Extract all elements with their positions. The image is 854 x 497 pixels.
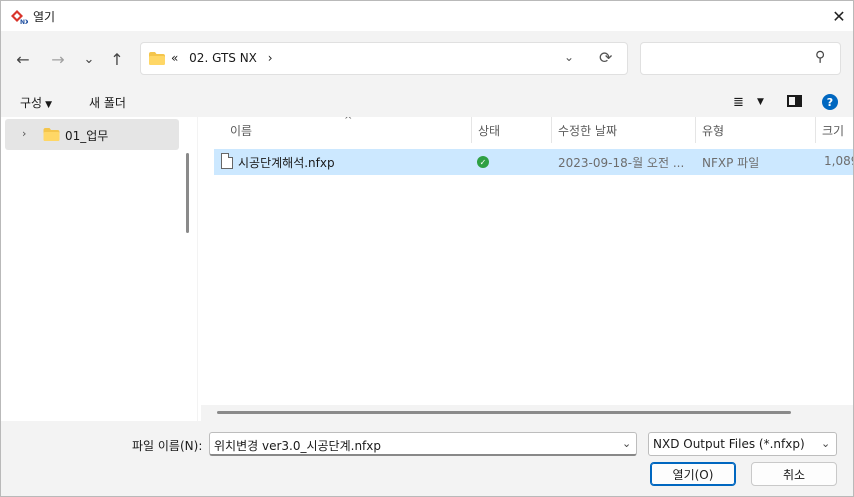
chevron-down-icon[interactable]: ⌄ [622, 437, 631, 450]
column-header-label: 상태 [478, 124, 501, 138]
search-input[interactable]: ⚲ [640, 42, 841, 75]
navigation-pane: › 01_업무 [1, 117, 197, 421]
help-glyph: ? [826, 95, 834, 109]
address-bar[interactable]: « 02. GTS NX › ⌄ ⟳ [140, 42, 628, 75]
svg-text:NX: NX [20, 19, 28, 25]
window-title: 열기 [33, 10, 56, 24]
column-header-label: 이름 [230, 124, 253, 138]
breadcrumb-chevron-icon[interactable]: › [268, 51, 273, 65]
open-file-dialog: NX 열기 ✕ ← → ⌄ ↑ « 02. GTS NX › ⌄ ⟳ ⚲ 구성 … [0, 0, 854, 497]
filetype-select[interactable]: NXD Output Files (*.nfxp) ⌄ [648, 432, 837, 456]
column-header-label: 수정한 날짜 [558, 124, 618, 138]
breadcrumb-overflow-button[interactable]: « [171, 51, 178, 65]
filename-field[interactable]: 위치변경 ver3.0_시공단계.nfxp ⌄ [209, 432, 637, 456]
up-button[interactable]: ↑ [106, 49, 128, 69]
title-bar: NX 열기 ✕ [1, 1, 853, 31]
close-button[interactable]: ✕ [825, 1, 853, 31]
horizontal-scrollbar[interactable] [201, 405, 853, 421]
filename-label: 파일 이름(N): [132, 439, 203, 453]
column-header-name[interactable]: 이름 [224, 117, 472, 143]
folder-icon [43, 128, 60, 141]
sidebar-item-label: 01_업무 [65, 129, 109, 143]
back-button[interactable]: ← [12, 49, 34, 69]
breadcrumb-item-current[interactable]: 02. GTS NX [189, 51, 257, 65]
view-options-caret-icon[interactable]: ▼ [757, 97, 764, 107]
open-button-label: 열기(O) [672, 467, 714, 482]
file-row[interactable]: 시공단계해석.nfxp ✓ 2023-09-18-월 오전 ... NFXP 파… [214, 149, 853, 175]
view-options-icon[interactable]: ≣ [733, 95, 744, 110]
column-header-label: 크기 [822, 124, 845, 138]
column-header-date-modified[interactable]: 수정한 날짜 [552, 117, 696, 143]
sync-status-ok-icon: ✓ [477, 156, 489, 168]
status-glyph: ✓ [479, 157, 487, 167]
close-icon: ✕ [832, 6, 846, 26]
file-icon [221, 153, 233, 169]
column-header-status[interactable]: 상태 [472, 117, 552, 143]
sidebar-item-01-work[interactable]: › 01_업무 [5, 119, 179, 150]
recent-locations-button[interactable]: ⌄ [78, 49, 100, 69]
column-header-size[interactable]: 크기 [816, 117, 853, 143]
new-folder-label: 새 폴더 [89, 96, 126, 110]
column-header-label: 유형 [702, 124, 725, 138]
breadcrumb: « 02. GTS NX › [171, 51, 280, 65]
file-type: NFXP 파일 [702, 156, 760, 170]
file-date-modified: 2023-09-18-월 오전 ... [558, 156, 685, 170]
arrow-up-icon: ↑ [110, 49, 124, 69]
open-button[interactable]: 열기(O) [650, 462, 736, 486]
cancel-button[interactable]: 취소 [751, 462, 837, 486]
preview-pane-icon[interactable] [787, 95, 802, 107]
navigation-pane-scrollbar[interactable] [186, 153, 189, 233]
file-name: 시공단계해석.nfxp [238, 156, 335, 170]
search-icon: ⚲ [815, 49, 826, 65]
new-folder-button[interactable]: 새 폴더 [89, 94, 126, 111]
filename-value: 위치변경 ver3.0_시공단계.nfxp [214, 439, 382, 453]
file-size: 1,089 [824, 154, 853, 168]
folder-icon [149, 52, 165, 65]
organize-menu-button[interactable]: 구성 ▼ [20, 94, 52, 111]
column-header-type[interactable]: 유형 [696, 117, 816, 143]
address-history-dropdown[interactable]: ⌄ [564, 50, 574, 64]
organize-label: 구성 [20, 96, 43, 110]
filetype-value: NXD Output Files (*.nfxp) [653, 437, 805, 451]
arrow-right-icon: → [51, 49, 65, 69]
horizontal-scrollbar-thumb[interactable] [217, 411, 791, 414]
forward-button[interactable]: → [47, 49, 69, 69]
app-logo-icon: NX [11, 10, 28, 25]
cancel-button-label: 취소 [782, 467, 806, 482]
caret-down-icon: ▼ [45, 100, 53, 110]
refresh-icon[interactable]: ⟳ [599, 48, 612, 67]
arrow-left-icon: ← [16, 49, 30, 69]
file-list: ^ 이름 상태 수정한 날짜 유형 크기 시공단계해석.nfxp ✓ 2023-… [198, 117, 853, 421]
help-icon[interactable]: ? [822, 94, 838, 110]
chevron-down-icon: ⌄ [821, 437, 831, 450]
navigation-bar: ← → ⌄ ↑ « 02. GTS NX › ⌄ ⟳ ⚲ [1, 31, 853, 87]
command-bar: 구성 ▼ 새 폴더 ≣ ▼ ? [1, 87, 853, 117]
chevron-down-icon: ⌄ [83, 51, 95, 67]
chevron-right-icon[interactable]: › [22, 127, 26, 140]
